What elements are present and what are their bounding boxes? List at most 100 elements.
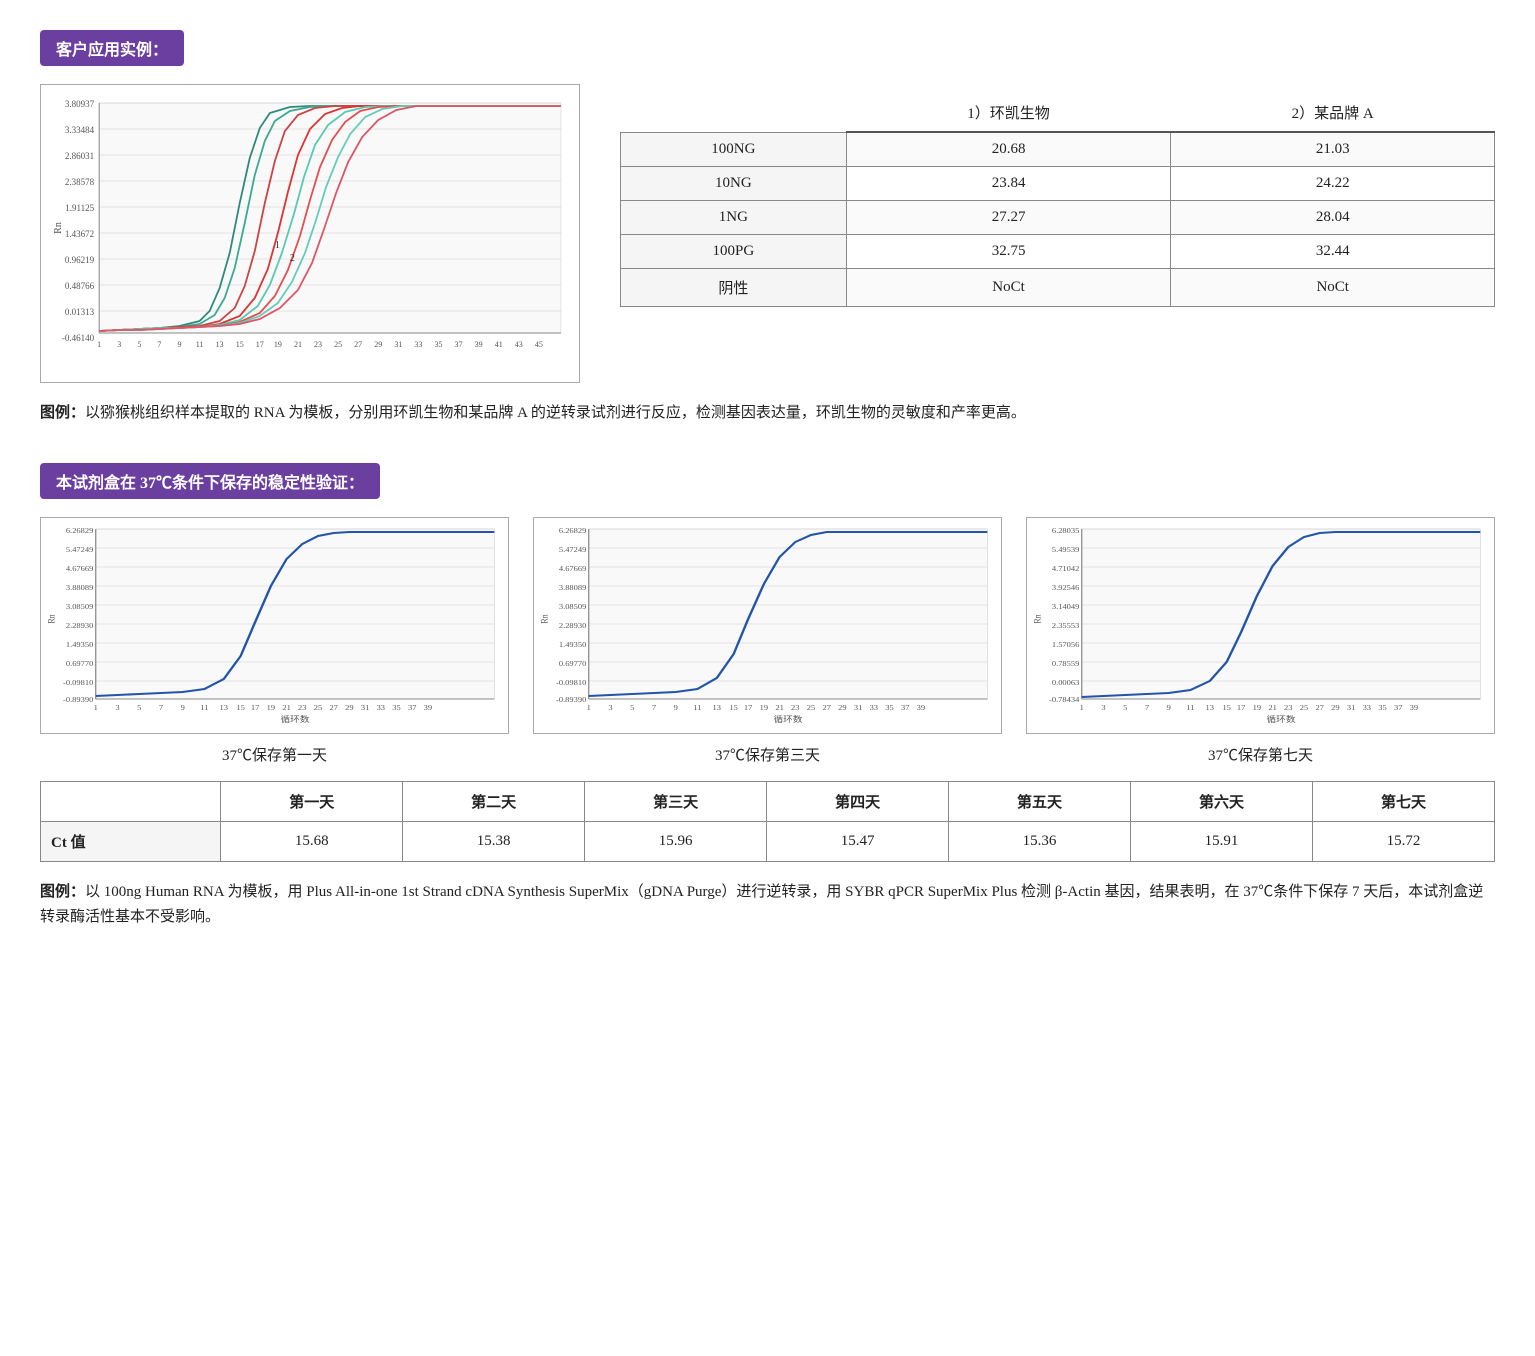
svg-text:5.47249: 5.47249	[66, 545, 94, 553]
col-header-brand-a: 2）某品牌 A	[1171, 94, 1495, 132]
section2-badge: 本试剂盒在 37℃条件下保存的稳定性验证：	[40, 463, 380, 499]
svg-text:Rn: Rn	[539, 613, 550, 623]
stability-col-header: 第七天	[1312, 781, 1494, 821]
svg-text:29: 29	[374, 340, 382, 349]
svg-text:33: 33	[1363, 703, 1372, 711]
chart-day3-svg: 6.26829 5.47249 4.67669 3.88089 3.08509 …	[538, 524, 997, 724]
chart-day1-label: 37℃保存第一天	[222, 744, 327, 765]
svg-text:9: 9	[1167, 703, 1171, 711]
svg-text:37: 37	[1394, 703, 1403, 711]
svg-text:1: 1	[97, 340, 101, 349]
chart-day7-wrap: 6.28035 5.49539 4.71042 3.92546 3.14049 …	[1026, 517, 1495, 765]
svg-text:9: 9	[181, 703, 185, 711]
chart-day1-wrap: 6.26829 5.47249 4.67669 3.88089 3.08509 …	[40, 517, 509, 765]
stability-col-header	[41, 781, 221, 821]
svg-text:23: 23	[298, 703, 307, 711]
svg-text:15: 15	[236, 340, 244, 349]
svg-text:3.14049: 3.14049	[1052, 602, 1080, 610]
svg-text:31: 31	[361, 703, 370, 711]
svg-text:11: 11	[1186, 703, 1194, 711]
top-section: 3.80937 3.33484 2.86031 2.38578 1.91125 …	[40, 84, 1495, 383]
svg-text:4.71042: 4.71042	[1052, 564, 1080, 572]
svg-text:5.49539: 5.49539	[1052, 545, 1080, 553]
svg-text:9: 9	[674, 703, 678, 711]
svg-text:7: 7	[157, 340, 161, 349]
svg-text:11: 11	[200, 703, 208, 711]
svg-text:3: 3	[117, 340, 121, 349]
svg-text:37: 37	[408, 703, 417, 711]
svg-text:循环数: 循环数	[774, 713, 803, 723]
section1-caption: 图例：以猕猴桃组织样本提取的 RNA 为模板，分别用环凯生物和某品牌 A 的逆转…	[40, 401, 1495, 427]
stability-cell: 15.47	[767, 821, 949, 861]
chart-day7-container: 6.28035 5.49539 4.71042 3.92546 3.14049 …	[1026, 517, 1495, 734]
svg-text:1.49350: 1.49350	[66, 640, 94, 648]
svg-text:7: 7	[159, 703, 163, 711]
svg-text:7: 7	[1145, 703, 1149, 711]
svg-text:23: 23	[791, 703, 800, 711]
svg-text:循环数: 循环数	[1267, 713, 1296, 723]
svg-text:2.35553: 2.35553	[1052, 621, 1080, 629]
table-row: 阴性NoCtNoCt	[621, 269, 1495, 307]
svg-text:1.43672: 1.43672	[65, 229, 94, 239]
svg-text:31: 31	[1347, 703, 1356, 711]
table-cell: NoCt	[1171, 269, 1495, 307]
svg-text:6.26829: 6.26829	[559, 526, 587, 534]
svg-text:21: 21	[294, 340, 302, 349]
svg-text:13: 13	[1206, 703, 1215, 711]
svg-text:7: 7	[652, 703, 656, 711]
svg-text:0.00063: 0.00063	[1052, 678, 1080, 686]
svg-text:6.28035: 6.28035	[1052, 526, 1080, 534]
svg-text:33: 33	[377, 703, 386, 711]
table-cell: 27.27	[846, 201, 1171, 235]
stability-cell: 15.96	[585, 821, 767, 861]
svg-text:1: 1	[94, 703, 98, 711]
svg-text:19: 19	[267, 703, 276, 711]
svg-text:-0.09810: -0.09810	[63, 678, 93, 686]
table-cell: 100PG	[621, 235, 847, 269]
svg-text:15: 15	[729, 703, 738, 711]
stability-cell: 15.36	[949, 821, 1131, 861]
table-row: 1NG27.2728.04	[621, 201, 1495, 235]
comparison-table-wrapper: 1）环凯生物 2）某品牌 A 100NG20.6821.0310NG23.842…	[620, 84, 1495, 307]
svg-text:25: 25	[314, 703, 323, 711]
svg-text:Rn: Rn	[46, 613, 57, 623]
svg-text:0.69770: 0.69770	[559, 659, 587, 667]
stability-table-body: Ct 值15.6815.3815.9615.4715.3615.9115.72	[41, 821, 1495, 861]
svg-text:3.33484: 3.33484	[65, 125, 95, 135]
stability-table: 第一天第二天第三天第四天第五天第六天第七天 Ct 值15.6815.3815.9…	[40, 781, 1495, 862]
svg-text:23: 23	[1284, 703, 1293, 711]
table-cell: 24.22	[1171, 167, 1495, 201]
svg-text:-0.09810: -0.09810	[556, 678, 586, 686]
stability-col-header: 第二天	[403, 781, 585, 821]
svg-text:15: 15	[1222, 703, 1231, 711]
svg-text:31: 31	[394, 340, 402, 349]
chart1-svg: 3.80937 3.33484 2.86031 2.38578 1.91125 …	[49, 93, 571, 373]
svg-text:4.67669: 4.67669	[559, 564, 587, 572]
svg-text:1: 1	[275, 240, 280, 251]
stability-row-label: Ct 值	[41, 821, 221, 861]
svg-text:-0.89390: -0.89390	[63, 695, 93, 703]
svg-text:11: 11	[693, 703, 701, 711]
svg-text:3.08509: 3.08509	[66, 602, 94, 610]
stability-col-header: 第六天	[1131, 781, 1313, 821]
svg-text:0.78559: 0.78559	[1052, 659, 1080, 667]
svg-text:29: 29	[838, 703, 847, 711]
svg-text:27: 27	[1315, 703, 1324, 711]
stability-cell: 15.91	[1131, 821, 1313, 861]
svg-text:1.91125: 1.91125	[65, 203, 94, 213]
table-row: 10NG23.8424.22	[621, 167, 1495, 201]
svg-text:17: 17	[1237, 703, 1246, 711]
svg-text:Rn: Rn	[1032, 613, 1043, 623]
svg-text:1.49350: 1.49350	[559, 640, 587, 648]
svg-text:5: 5	[1123, 703, 1127, 711]
svg-text:35: 35	[392, 703, 401, 711]
svg-text:3: 3	[115, 703, 119, 711]
table-cell: 10NG	[621, 167, 847, 201]
stability-cell: 15.68	[221, 821, 403, 861]
svg-text:0.96219: 0.96219	[65, 255, 95, 265]
svg-text:19: 19	[274, 340, 282, 349]
section1-badge: 客户应用实例：	[40, 30, 184, 66]
svg-text:17: 17	[251, 703, 260, 711]
svg-text:3: 3	[608, 703, 612, 711]
svg-text:-0.78434: -0.78434	[1049, 695, 1079, 703]
